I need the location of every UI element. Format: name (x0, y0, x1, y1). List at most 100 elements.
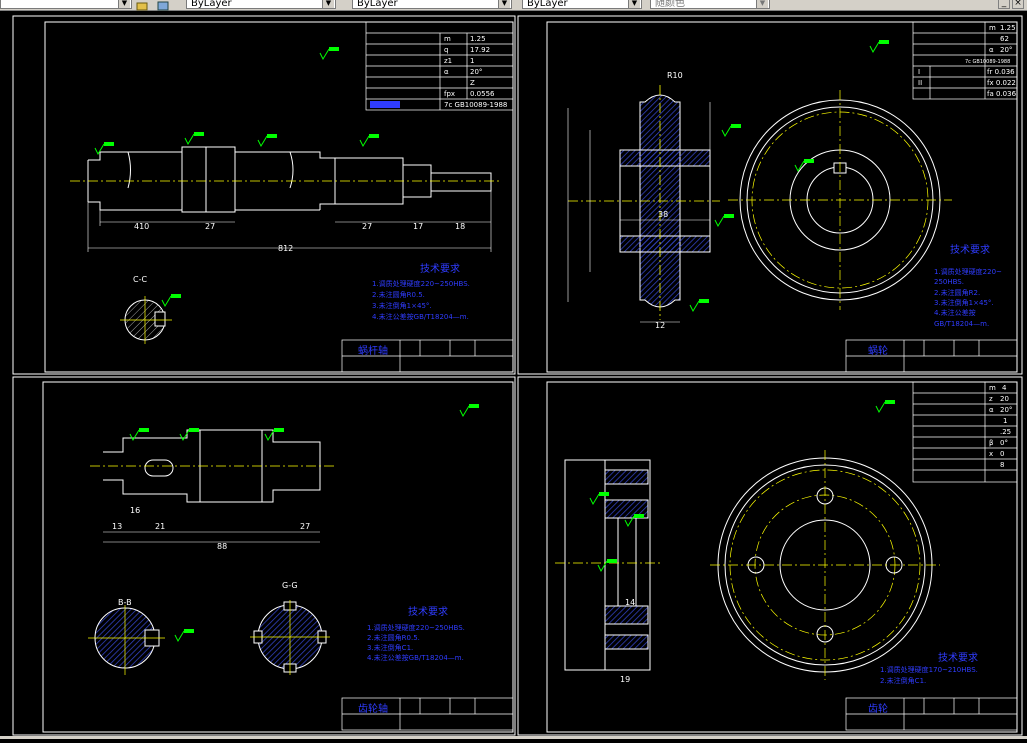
linetype-combo[interactable]: ByLayer ▼ (352, 0, 512, 9)
table-value: 17.92 (470, 46, 490, 54)
tech-line: 2.未注圆角R0.5. (367, 633, 420, 642)
table-value: 20° (1000, 406, 1012, 414)
title-block-name: 蜗杆轴 (358, 344, 388, 357)
chevron-down-icon[interactable]: ▼ (628, 0, 640, 8)
roughness-symbol (875, 399, 896, 413)
minimize-button[interactable]: _ (998, 0, 1010, 9)
tech-line: 4.未注公差按GB/T18204—m. (372, 312, 469, 321)
table-symbol: β (989, 439, 993, 447)
tech-line: 1.调质处理硬度220~ (934, 267, 1002, 276)
roughness-symbol (689, 298, 710, 312)
drawing-canvas[interactable]: 1.25 m 17.92 q 1 z1 20° α Z fpx 0.0556 7… (0, 10, 1027, 739)
tech-requirements-title: 技术要求 (420, 262, 460, 275)
dimension-label: 38 (658, 210, 668, 219)
table-value: 1.25 (1000, 24, 1016, 32)
dimension-label: 21 (155, 522, 165, 531)
tech-requirements-title: 技术要求 (408, 605, 448, 618)
table-symbol: q (444, 46, 448, 54)
table-value: 7c GB10089-1988 (444, 101, 507, 109)
gear-section (564, 459, 651, 671)
tech-line: 4.未注公差按 (934, 308, 976, 317)
model-space[interactable]: 1.25 m 17.92 q 1 z1 20° α Z fpx 0.0556 7… (0, 10, 1027, 739)
table-symbol: z (989, 395, 993, 403)
table-symbol: m (989, 384, 996, 392)
table-symbol: x (989, 450, 993, 458)
dimension-label: 812 (278, 244, 293, 253)
table-value: 1.25 (470, 35, 486, 43)
close-button[interactable]: × (1012, 0, 1024, 9)
roughness-symbol (161, 293, 182, 307)
table-value: .25 (1000, 428, 1011, 436)
dimension-label: 18 (455, 222, 465, 231)
tech-requirements-title: 技术要求 (950, 243, 990, 256)
tech-line: 250HBS. (934, 278, 964, 286)
section-label: G-G (282, 581, 298, 590)
table-symbol: z1 (444, 57, 452, 65)
title-block-name: 齿轮 (868, 702, 888, 715)
dimension-label: 410 (134, 222, 149, 231)
worm-wheel-section (568, 85, 720, 320)
viewport-gear[interactable]: m 4 z 20 α 20° 1 .25 β 0° x 0 8 14 19 技术… (546, 381, 1018, 733)
roughness-symbol (721, 123, 742, 137)
viewport-borders[interactable] (12, 15, 1023, 736)
table-value: fx 0.022 (987, 79, 1016, 87)
table-value: Z (470, 79, 475, 87)
tech-line: 4.未注公差按GB/T18204—m. (367, 653, 464, 662)
table-value: 62 (1000, 35, 1009, 43)
dimension-label: 27 (362, 222, 372, 231)
chevron-down-icon[interactable]: ▼ (118, 0, 130, 8)
worm-wheel-front-view (728, 90, 952, 310)
roughness-symbol (714, 213, 735, 227)
first-combo[interactable]: ▼ (0, 0, 132, 9)
tech-requirements-title: 技术要求 (938, 651, 978, 664)
dimension-label: 14 (625, 598, 635, 607)
tech-line: 3.未注倒角1×45°. (934, 298, 994, 307)
roughness-symbol (459, 403, 480, 417)
chevron-down-icon[interactable]: ▼ (756, 0, 768, 8)
table-value: 8 (1000, 461, 1004, 469)
color-combo[interactable]: ByLayer ▼ (186, 0, 336, 9)
viewport-worm-wheel[interactable]: m 1.25 62 α 20° 7c GB10089-1988 I fr 0.0… (546, 21, 1018, 373)
table-value: 0 (1000, 450, 1004, 458)
lineweight-combo[interactable]: ByLayer ▼ (522, 0, 642, 9)
dimension-label: 17 (413, 222, 423, 231)
table-symbol: fpx (444, 90, 455, 98)
viewport-worm-shaft[interactable]: 1.25 m 17.92 q 1 z1 20° α Z fpx 0.0556 7… (44, 21, 514, 373)
table-symbol: α (989, 46, 994, 54)
table-symbol: m (444, 35, 451, 43)
tech-line: 3.未注倒角C1. (367, 643, 413, 652)
dimension-label: 16 (130, 506, 140, 515)
dimension-label: 88 (217, 542, 227, 551)
table-value: 0° (1000, 439, 1008, 447)
table-label: I (918, 68, 920, 76)
title-block-name: 蜗轮 (868, 344, 888, 357)
dimension-label: 12 (655, 321, 665, 330)
table-label: II (918, 79, 922, 87)
worm-shaft-outline (87, 146, 492, 213)
dimension-label: 27 (300, 522, 310, 531)
gear-front-view (710, 450, 940, 680)
plotstyle-combo[interactable]: 随颜色 ▼ (650, 0, 770, 9)
chevron-down-icon[interactable]: ▼ (498, 0, 510, 8)
tech-line: 1.调质处理硬度220~250HBS. (372, 279, 470, 288)
title-block-name: 齿轮轴 (358, 702, 388, 715)
section-label: C-C (133, 275, 147, 284)
section-g-g: G-G (250, 581, 330, 675)
table-symbol: α (989, 406, 994, 414)
dimension-label: R10 (667, 71, 683, 80)
layer-states-icon[interactable] (136, 0, 150, 11)
table-value: fa 0.036 (987, 90, 1017, 98)
roughness-symbol (174, 628, 195, 642)
roughness-symbol (257, 133, 278, 147)
viewport-gear-shaft[interactable]: 13 21 16 88 27 B-B G-G 技术要求 1.调质处理硬度220~… (42, 381, 514, 733)
chevron-down-icon[interactable]: ▼ (322, 0, 334, 8)
tech-line: 3.未注倒角1×45°. (372, 301, 432, 310)
table-value: 7c GB10089-1988 (965, 59, 1010, 65)
roughness-symbol (184, 131, 205, 145)
section-b-b: B-B (88, 598, 165, 675)
layer-previous-icon[interactable] (156, 0, 170, 11)
roughness-symbol (597, 558, 618, 572)
tech-line: 2.未注圆角R0.5. (372, 290, 425, 299)
tech-line: GB/T18204—m. (934, 320, 989, 328)
table-value: 1 (1003, 417, 1007, 425)
